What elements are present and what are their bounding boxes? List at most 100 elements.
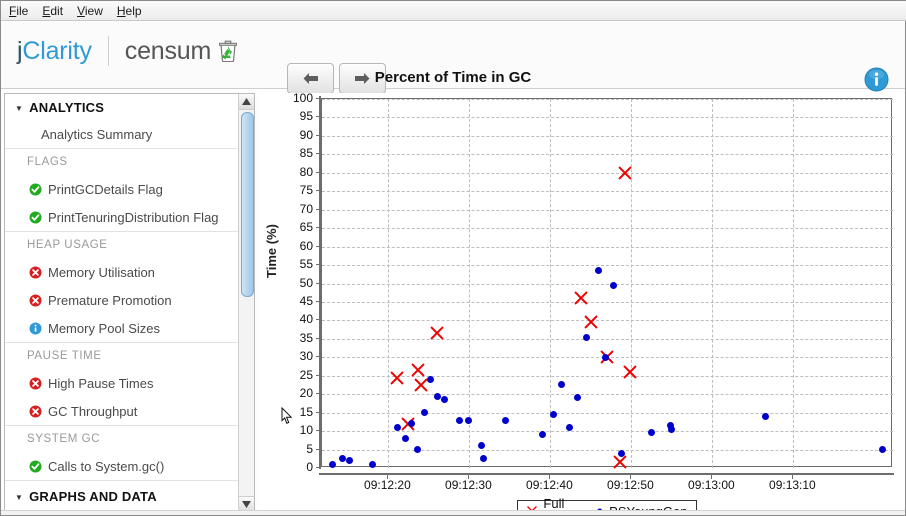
- status-bar: [1, 510, 905, 515]
- sidebar-item-memory-pool-sizes[interactable]: Memory Pool Sizes: [5, 314, 240, 342]
- chart-gridline-horizontal: [322, 320, 893, 322]
- chart-gridline-horizontal: [322, 154, 893, 156]
- sidebar-group-analytics[interactable]: ▼ ANALYTICS: [5, 94, 240, 121]
- chart-plot-area[interactable]: [321, 98, 893, 469]
- chart-point-psyounggen: [610, 281, 618, 289]
- chart-point-psyounggen: [456, 416, 464, 424]
- recycle-icon: [218, 40, 238, 62]
- sidebar-group-analytics-label: ANALYTICS: [29, 100, 105, 115]
- sidebar-item-premature-promotion-label: Premature Promotion: [48, 292, 172, 308]
- application-window: File Edit View Help jClarity censum Perc…: [0, 0, 906, 516]
- sidebar-item-premature-promotion[interactable]: Premature Promotion: [5, 286, 240, 314]
- check-circle-icon: [29, 211, 42, 224]
- chart-point-psyounggen: [401, 434, 409, 442]
- sidebar-item-gc-throughput[interactable]: GC Throughput: [5, 397, 240, 425]
- scroll-up-button[interactable]: [239, 94, 254, 110]
- chart-point-psyounggen: [329, 460, 337, 468]
- chart-y-tick-label: 35: [299, 330, 313, 345]
- chart-gridline-horizontal: [322, 301, 893, 303]
- chart-point-psyounggen: [478, 442, 486, 450]
- info-circle-icon: [29, 322, 42, 335]
- sidebar-header-pause-time: PAUSE TIME: [5, 342, 240, 369]
- sidebar-item-memory-pool-sizes-label: Memory Pool Sizes: [48, 320, 160, 336]
- check-circle-icon: [29, 183, 42, 196]
- sidebar-group-graphs-and-data[interactable]: ▼ GRAPHS AND DATA: [5, 483, 240, 510]
- sidebar-divider: [5, 480, 240, 481]
- sidebar-item-calls-to-system-gc[interactable]: Calls to System.gc(): [5, 452, 240, 480]
- menu-item-view[interactable]: View: [77, 4, 103, 18]
- chart-gridline-horizontal: [322, 338, 893, 340]
- chart-x-tick-label: 09:12:30: [445, 478, 492, 492]
- sidebar-header-pause-time-label: PAUSE TIME: [27, 350, 102, 362]
- menu-item-help[interactable]: Help: [117, 4, 142, 18]
- chart-y-tick-label: 50: [299, 275, 313, 290]
- sidebar-list: ▼ ANALYTICS Analytics Summary FLAGS Prin…: [5, 94, 240, 512]
- chart-gridline-horizontal: [322, 135, 893, 137]
- menu-file-rest: ile: [16, 3, 29, 18]
- sidebar-item-printgcdetails-flag[interactable]: PrintGCDetails Flag: [5, 175, 240, 203]
- sidebar-group-graphs-and-data-label: GRAPHS AND DATA: [29, 489, 157, 504]
- chart-y-tick-label: 0: [306, 460, 313, 474]
- chart-gridline-horizontal: [322, 191, 893, 193]
- sidebar-item-memory-utilisation[interactable]: Memory Utilisation: [5, 258, 240, 286]
- chart-y-tick-label: 40: [299, 312, 313, 327]
- chart-point-psyounggen: [502, 416, 510, 424]
- chart-x-axis-line: [319, 473, 894, 475]
- sidebar-scrollbar[interactable]: [238, 94, 254, 512]
- chart-panel: Time (%) 0 5 10 15 20 25 30 35 40 45 50 55 60 65 70 75 8…: [259, 93, 904, 513]
- chart-point-psyounggen: [566, 423, 574, 431]
- chart-y-tick-label: 10: [299, 423, 313, 438]
- chart-gridline-horizontal: [322, 246, 893, 248]
- chart-point-psyounggen: [761, 412, 769, 420]
- chart-y-tick-label: 90: [299, 127, 313, 142]
- chart-point-full-gc: [390, 371, 403, 384]
- chart-gridline-vertical: [793, 99, 795, 468]
- sidebar-header-system-gc: SYSTEM GC: [5, 425, 240, 452]
- chart-point-full-gc: [574, 291, 588, 305]
- sidebar-item-analytics-summary[interactable]: Analytics Summary: [5, 121, 240, 148]
- sidebar-item-printtenuringdistribution-flag[interactable]: PrintTenuringDistribution Flag: [5, 203, 240, 231]
- chart-x-tick-label: 09:12:40: [526, 478, 573, 492]
- product-name: censum: [124, 36, 212, 65]
- chart-point-psyounggen: [574, 394, 582, 402]
- chart-point-psyounggen: [480, 455, 488, 463]
- chart-point-psyounggen: [440, 396, 448, 404]
- chart-point-full-gc: [613, 456, 627, 469]
- error-circle-icon: [29, 377, 42, 390]
- sidebar-item-high-pause-times[interactable]: High Pause Times: [5, 369, 240, 397]
- chart-gridline-horizontal: [322, 394, 893, 396]
- chart-x-tick-label: 09:13:10: [769, 478, 816, 492]
- chart-y-tick-label: 30: [299, 349, 313, 364]
- header-bar: jClarity censum Percent of Time in GC: [1, 22, 905, 94]
- menu-view-rest: iew: [84, 3, 103, 18]
- chart-x-tick-label: 09:12:50: [607, 478, 654, 492]
- chart-point-psyounggen: [427, 375, 435, 383]
- chart-y-tick-label: 85: [299, 146, 313, 161]
- chart-y-tick-label: 55: [299, 257, 313, 272]
- chart-gridline-horizontal: [322, 228, 893, 230]
- menu-item-file[interactable]: File: [9, 4, 28, 18]
- chart-y-tick-label: 100: [292, 93, 313, 105]
- chart-y-axis-label: Time (%): [264, 224, 279, 278]
- sidebar: ▼ ANALYTICS Analytics Summary FLAGS Prin…: [4, 93, 255, 513]
- chart-y-tick-label: 60: [299, 238, 313, 253]
- menu-edit-rest: dit: [50, 3, 64, 18]
- chart-point-psyounggen: [465, 416, 473, 424]
- triangle-down-icon: ▼: [15, 104, 24, 113]
- scrollbar-thumb[interactable]: [241, 112, 254, 297]
- sidebar-item-memory-utilisation-label: Memory Utilisation: [48, 264, 155, 280]
- brand-logo: jClarity censum: [17, 36, 238, 66]
- menu-bar: File Edit View Help: [1, 1, 906, 21]
- chart-x-tick-label: 09:12:20: [364, 478, 411, 492]
- chart-y-tick-label: 80: [299, 164, 313, 179]
- info-button[interactable]: [864, 67, 889, 92]
- chart-y-tick-label: 15: [299, 404, 313, 419]
- chart-y-axis-line: [319, 96, 321, 469]
- chart-gridline-vertical: [469, 99, 471, 468]
- menu-item-edit[interactable]: Edit: [42, 4, 63, 18]
- chart-point-psyounggen: [618, 449, 626, 457]
- chart-point-psyounggen: [550, 410, 558, 418]
- chart-point-psyounggen: [667, 425, 675, 433]
- chart-x-tick-label: 09:13:00: [688, 478, 735, 492]
- error-circle-icon: [29, 266, 42, 279]
